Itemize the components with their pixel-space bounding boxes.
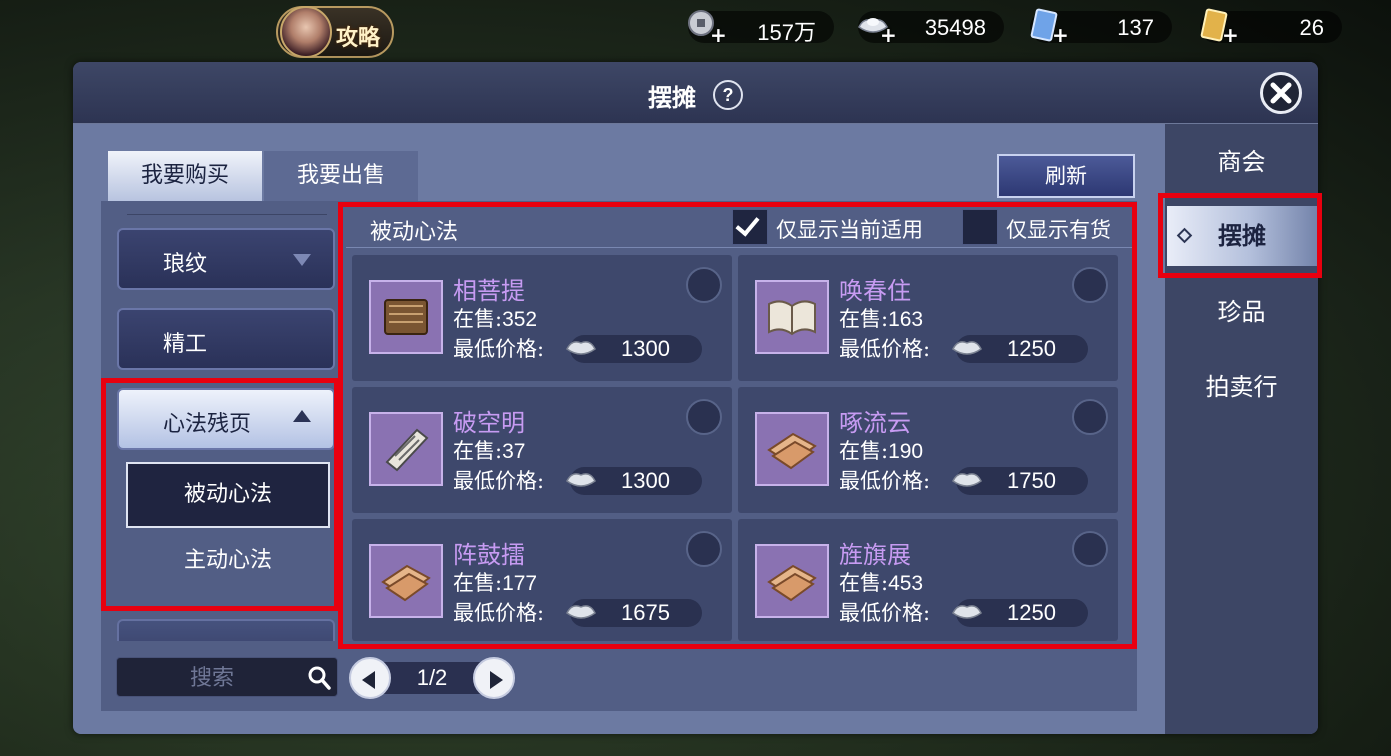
chevron-down-icon <box>293 254 311 266</box>
pager-next-button[interactable] <box>473 657 515 699</box>
category-divider <box>127 214 327 215</box>
help-icon[interactable]: ? <box>713 80 743 110</box>
nav-item-treasure[interactable]: 珍品 <box>1165 282 1318 342</box>
plus-icon[interactable]: + <box>1052 23 1069 47</box>
currency-gold-ticket[interactable]: + 26 <box>1200 8 1342 47</box>
plus-icon[interactable]: + <box>880 23 897 47</box>
plus-icon[interactable]: + <box>710 23 727 47</box>
search-box[interactable] <box>116 657 338 697</box>
currency-value: 26 <box>1299 15 1324 40</box>
plus-icon[interactable]: + <box>1222 23 1239 47</box>
currency-blue-ticket[interactable]: + 137 <box>1030 8 1172 47</box>
currency-silver[interactable]: + 35498 <box>858 11 1004 47</box>
highlight-frame-categories <box>101 378 339 611</box>
panel-title: 摆摊 <box>648 83 696 112</box>
category-label: 琅纹 <box>163 252 208 277</box>
pager-prev-button[interactable] <box>349 657 391 699</box>
tab-sell[interactable]: 我要出售 <box>264 151 418 201</box>
highlight-frame-nav <box>1158 193 1322 278</box>
nav-item-guild[interactable]: 商会 <box>1165 132 1318 192</box>
search-icon[interactable] <box>307 665 331 691</box>
currency-value: 157万 <box>757 20 816 45</box>
tab-buy[interactable]: 我要购买 <box>108 151 262 201</box>
search-input[interactable] <box>127 662 297 694</box>
guide-button[interactable]: 攻略 <box>276 6 394 58</box>
close-x-glyph <box>1270 82 1292 104</box>
category-partial[interactable] <box>117 619 335 641</box>
character-avatar <box>280 6 332 58</box>
currency-value: 35498 <box>924 15 986 40</box>
highlight-frame-item-list <box>338 202 1137 649</box>
panel-header: 摆摊 ? <box>73 62 1318 124</box>
currency-copper[interactable]: + 157万 <box>688 10 834 47</box>
category-jinggong[interactable]: 精工 <box>117 308 335 370</box>
pager-label: 1/2 <box>416 665 448 690</box>
close-icon[interactable] <box>1260 72 1302 114</box>
category-label: 精工 <box>163 332 208 357</box>
category-langwen[interactable]: 琅纹 <box>117 228 335 290</box>
top-resource-bar: 攻略 + 157万 + 35498 + 137 + 26 <box>0 0 1391 58</box>
refresh-button[interactable]: 刷新 <box>997 154 1135 198</box>
guide-label: 攻略 <box>336 25 381 51</box>
currency-value: 137 <box>1117 15 1154 40</box>
nav-item-auction[interactable]: 拍卖行 <box>1165 357 1318 417</box>
